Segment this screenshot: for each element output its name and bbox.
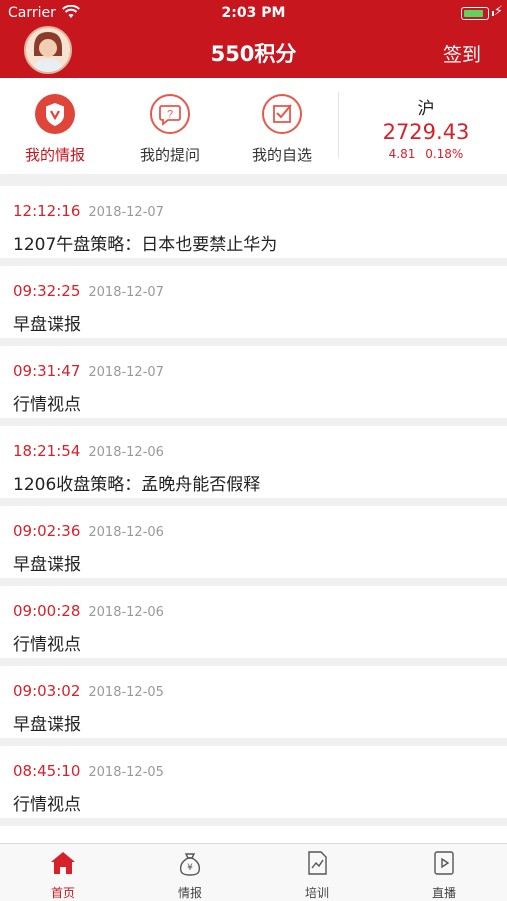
tab-label: 培训 xyxy=(304,886,329,900)
tab-home[interactable]: 首页 xyxy=(0,844,126,901)
item-title: 早盘谍报 xyxy=(13,315,81,335)
list-item[interactable]: 09:00:28 2018-12-06 行情视点 xyxy=(0,586,507,658)
divider xyxy=(338,92,339,158)
tab-label: 直播 xyxy=(431,886,456,900)
index-change-row: 4.81 0.18% xyxy=(345,147,507,161)
item-time: 08:45:10 xyxy=(13,762,81,780)
item-time-row: 09:03:02 2018-12-05 xyxy=(13,682,164,700)
question-icon: ? xyxy=(150,94,190,134)
item-title: 早盘谍报 xyxy=(13,715,81,735)
item-time: 09:32:25 xyxy=(13,282,81,300)
list-item[interactable]: 18:21:54 2018-12-06 1206收盘策略：孟晚舟能否假释 xyxy=(0,426,507,498)
quick-action-my-watchlist[interactable]: 我的自选 xyxy=(227,78,337,174)
item-title: 行情视点 xyxy=(13,395,81,415)
item-time: 09:02:36 xyxy=(13,522,81,540)
list-item[interactable]: 12:12:16 2018-12-07 1207午盘策略：日本也要禁止华为 xyxy=(0,186,507,258)
tab-live[interactable]: 直播 xyxy=(381,844,507,901)
index-value: 2729.43 xyxy=(382,120,470,144)
charging-icon: ⚡ xyxy=(493,4,503,19)
item-time-row: 12:12:16 2018-12-07 xyxy=(13,202,164,220)
quick-actions-panel: 我的情报 ? 我的提问 我的自选 沪 2729.43 4.81 0.18% xyxy=(0,78,507,174)
quick-action-my-intel[interactable]: 我的情报 xyxy=(0,78,110,174)
quick-action-label: 我的自选 xyxy=(251,146,312,164)
item-time-row: 18:21:54 2018-12-06 xyxy=(13,442,164,460)
item-time-row: 09:31:47 2018-12-07 xyxy=(13,362,164,380)
item-date: 2018-12-06 xyxy=(88,605,164,620)
battery-icon xyxy=(461,7,489,20)
checkin-button[interactable]: 签到 xyxy=(443,40,481,67)
item-date: 2018-12-07 xyxy=(88,285,164,300)
item-date: 2018-12-05 xyxy=(88,765,164,780)
item-title: 1206收盘策略：孟晚舟能否假释 xyxy=(13,475,261,495)
status-time: 2:03 PM xyxy=(221,5,286,21)
battery-level xyxy=(464,10,483,17)
list-item[interactable]: 09:03:02 2018-12-05 早盘谍报 xyxy=(0,666,507,738)
item-time: 09:31:47 xyxy=(13,362,81,380)
app-header: Carrier 2:03 PM ⚡ 550积分 签到 xyxy=(0,0,507,78)
tab-training[interactable]: 培训 xyxy=(254,844,380,901)
market-index-widget[interactable]: 沪 2729.43 4.81 0.18% xyxy=(345,78,507,174)
money-bag-icon: ¥ xyxy=(179,853,201,876)
play-doc-icon xyxy=(434,851,454,875)
quick-action-label: 我的情报 xyxy=(24,146,85,164)
index-change: 4.81 xyxy=(388,147,416,161)
intel-shield-icon xyxy=(35,94,75,134)
tab-bar: 首页 ¥ 情报 培训 直播 xyxy=(0,843,507,901)
item-time: 12:12:16 xyxy=(13,202,81,220)
points-title: 550积分 xyxy=(210,42,297,66)
tab-label: 情报 xyxy=(177,886,202,900)
item-date: 2018-12-07 xyxy=(88,365,164,380)
list-item[interactable]: 09:32:25 2018-12-07 早盘谍报 xyxy=(0,266,507,338)
checkbox-icon xyxy=(262,94,302,134)
list-item[interactable]: 09:02:36 2018-12-06 早盘谍报 xyxy=(0,506,507,578)
quick-action-label: 我的提问 xyxy=(139,146,200,164)
item-title: 1207午盘策略：日本也要禁止华为 xyxy=(13,235,278,255)
tab-label: 首页 xyxy=(50,886,75,900)
item-date: 2018-12-05 xyxy=(88,685,164,700)
item-time: 18:21:54 xyxy=(13,442,81,460)
index-change-pct: 0.18% xyxy=(425,147,464,161)
list-item[interactable]: 09:31:47 2018-12-07 行情视点 xyxy=(0,346,507,418)
index-name: 沪 xyxy=(417,99,435,119)
chart-doc-icon xyxy=(308,851,327,875)
item-time: 09:03:02 xyxy=(13,682,81,700)
list-item[interactable]: 08:45:10 2018-12-05 行情视点 xyxy=(0,746,507,818)
item-title: 行情视点 xyxy=(13,635,81,655)
item-time-row: 08:45:10 2018-12-05 xyxy=(13,762,164,780)
item-date: 2018-12-06 xyxy=(88,445,164,460)
item-time-row: 09:00:28 2018-12-06 xyxy=(13,602,164,620)
item-time-row: 09:02:36 2018-12-06 xyxy=(13,522,164,540)
status-bar: Carrier 2:03 PM ⚡ xyxy=(0,0,507,28)
item-title: 行情视点 xyxy=(13,795,81,815)
home-icon xyxy=(51,852,75,874)
quick-action-my-questions[interactable]: ? 我的提问 xyxy=(115,78,225,174)
item-title: 早盘谍报 xyxy=(13,555,81,575)
intel-feed-list: 12:12:16 2018-12-07 1207午盘策略：日本也要禁止华为 09:… xyxy=(0,186,507,826)
item-date: 2018-12-07 xyxy=(88,205,164,220)
item-time: 09:00:28 xyxy=(13,602,81,620)
svg-text:?: ? xyxy=(167,109,173,121)
svg-text:¥: ¥ xyxy=(187,863,193,873)
tab-intel[interactable]: ¥ 情报 xyxy=(127,844,253,901)
item-time-row: 09:32:25 2018-12-07 xyxy=(13,282,164,300)
item-date: 2018-12-06 xyxy=(88,525,164,540)
